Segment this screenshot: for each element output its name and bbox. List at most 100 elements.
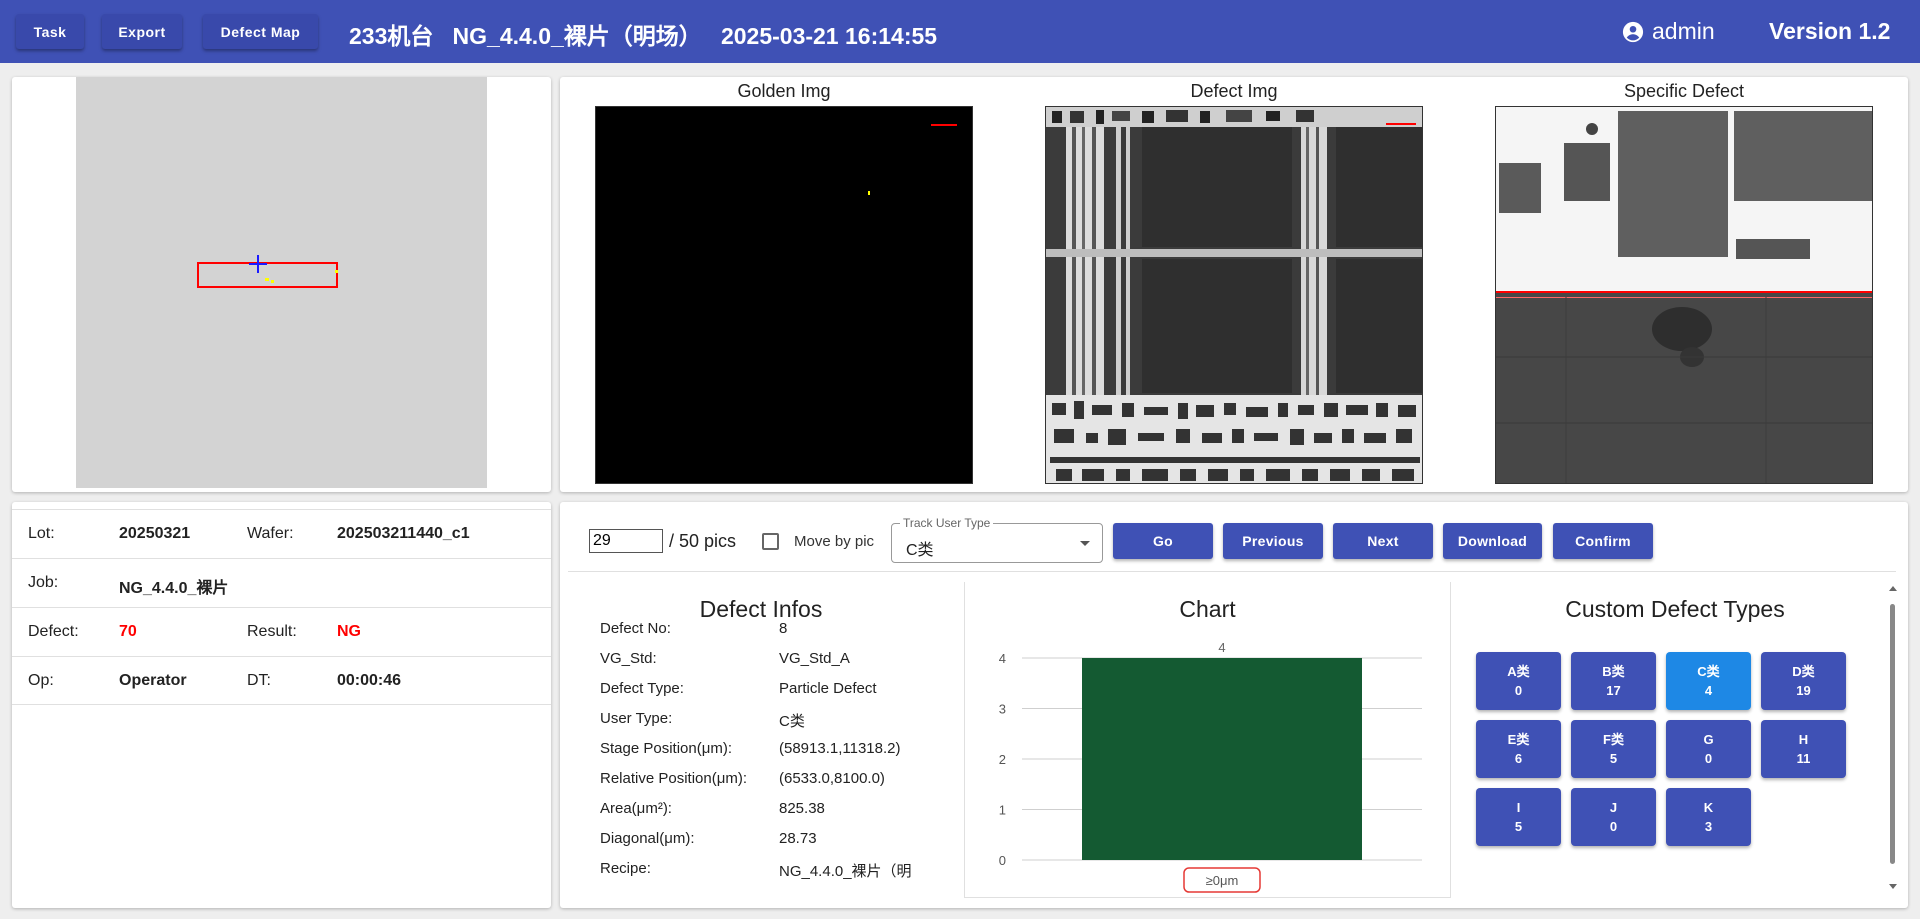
pic-number-input[interactable] bbox=[589, 529, 663, 553]
defect-type-name: H bbox=[1798, 732, 1809, 747]
y-tick-label: 3 bbox=[999, 702, 1006, 717]
move-by-pic-checkbox[interactable] bbox=[762, 533, 779, 550]
defect-type-name: B类 bbox=[1602, 664, 1625, 679]
export-button[interactable]: Export bbox=[102, 14, 182, 49]
defect-type-count: 4 bbox=[1704, 683, 1713, 698]
track-user-type-select[interactable]: Track User Type C类 bbox=[891, 516, 1103, 563]
defect-type-button[interactable]: D类 19 bbox=[1761, 652, 1846, 710]
defect-size-chart: 0 1 2 3 4 4 ≥0μm bbox=[999, 640, 1422, 893]
chart-section: Chart 0 1 2 3 4 4 ≥0μm bbox=[964, 582, 1451, 898]
defect-type-count: 5 bbox=[1609, 751, 1618, 766]
defect-type-button[interactable]: K3 bbox=[1666, 788, 1751, 846]
y-tick-label: 2 bbox=[999, 752, 1006, 767]
specific-defect-image[interactable] bbox=[1495, 106, 1873, 484]
defect-type-name: D类 bbox=[1792, 664, 1815, 679]
defect-infos-section: Defect Infos Defect No: 8 VG_Std: VG_Std_A D… bbox=[568, 572, 954, 908]
defect-info-value: C类 bbox=[779, 713, 805, 730]
lot-value: 20250321 bbox=[119, 525, 191, 542]
defect-type-name: J bbox=[1609, 800, 1618, 815]
wafer-map[interactable] bbox=[76, 77, 487, 488]
defect-info-label: Defect No: bbox=[600, 620, 671, 637]
wafer-map-panel bbox=[12, 77, 551, 492]
go-button[interactable]: Go bbox=[1113, 523, 1213, 559]
defect-type-button[interactable]: A类 0 bbox=[1476, 652, 1561, 710]
move-by-pic-label: Move by pic bbox=[794, 533, 875, 550]
defect-type-count: 3 bbox=[1704, 819, 1713, 834]
scrollbar-thumb[interactable] bbox=[1890, 604, 1895, 864]
page-title: 233机台 NG_4.4.0_裸片（明场） 2025-03-21 16:14:5… bbox=[349, 23, 938, 49]
defect-type-name: G bbox=[1703, 732, 1714, 747]
defect-type-button[interactable]: E类 6 bbox=[1476, 720, 1561, 778]
defect-type-button[interactable]: G0 bbox=[1666, 720, 1751, 778]
track-user-type-value: C类 bbox=[906, 542, 934, 559]
app-header: Task Export Defect Map 233机台 NG_4.4.0_裸片… bbox=[0, 0, 1920, 63]
scrollbar[interactable] bbox=[1886, 582, 1898, 898]
golden-image[interactable] bbox=[595, 106, 973, 484]
info-row: Job: NG_4.4.0_裸片 bbox=[12, 558, 551, 607]
wafer-value: 202503211440_c1 bbox=[337, 525, 470, 542]
user-menu[interactable]: admin bbox=[1622, 18, 1715, 45]
defect-map-button[interactable]: Defect Map bbox=[203, 14, 318, 49]
defect-label: Defect: bbox=[28, 623, 79, 640]
defect-type-button[interactable]: F类 5 bbox=[1571, 720, 1656, 778]
info-row: Lot: 20250321 Wafer: 202503211440_c1 bbox=[12, 509, 551, 558]
custom-defect-types-title: Custom Defect Types bbox=[1565, 596, 1785, 622]
track-user-type-legend: Track User Type bbox=[900, 516, 994, 530]
defect-type-name: F类 bbox=[1603, 732, 1624, 747]
defect-type-name: C类 bbox=[1697, 664, 1720, 679]
defect-type-button[interactable]: H 11 bbox=[1761, 720, 1846, 778]
next-button[interactable]: Next bbox=[1333, 523, 1433, 559]
defect-type-button[interactable]: C类 4 bbox=[1666, 652, 1751, 710]
defect-image-canvas bbox=[1046, 107, 1422, 483]
custom-defect-types-section: Custom Defect Types A类 0 B类 17 C类 4 D类 19 E类 6 F类 5… bbox=[1460, 582, 1908, 898]
image-panel: Golden Img Defect Img Specific Defect bbox=[560, 77, 1908, 492]
defect-info-value: 8 bbox=[779, 620, 788, 637]
result-label: Result: bbox=[247, 623, 297, 640]
defect-info-label: VG_Std: bbox=[600, 650, 657, 667]
download-button[interactable]: Download bbox=[1443, 523, 1542, 559]
defect-point bbox=[265, 278, 269, 281]
info-row: Op: Operator DT: 00:00:46 bbox=[12, 656, 551, 705]
previous-button[interactable]: Previous bbox=[1223, 523, 1323, 559]
defect-info-value: (58913.1,11318.2) bbox=[779, 740, 901, 757]
defect-type-count: 11 bbox=[1796, 751, 1811, 766]
defect-type-count: 17 bbox=[1606, 683, 1621, 698]
defect-image-title: Defect Img bbox=[1190, 81, 1278, 101]
defect-type-name: A类 bbox=[1507, 664, 1530, 679]
defect-info-label: Stage Position(μm): bbox=[600, 740, 733, 757]
defect-image[interactable] bbox=[1045, 106, 1423, 484]
defect-info-label: Recipe: bbox=[600, 860, 651, 877]
op-label: Op: bbox=[28, 672, 54, 689]
task-button[interactable]: Task bbox=[16, 14, 84, 49]
defect-type-count: 5 bbox=[1514, 819, 1523, 834]
specific-defect-canvas bbox=[1496, 107, 1872, 483]
y-tick-label: 4 bbox=[999, 651, 1006, 666]
defect-info-label: User Type: bbox=[600, 710, 673, 727]
chart-title: Chart bbox=[1179, 596, 1236, 622]
defect-info-label: Area(μm²): bbox=[600, 800, 672, 817]
chart-bar bbox=[1082, 658, 1362, 860]
scroll-down-icon[interactable] bbox=[1889, 884, 1897, 889]
chevron-down-icon bbox=[1080, 541, 1090, 546]
defect-point bbox=[271, 280, 274, 283]
job-label: Job: bbox=[28, 574, 59, 591]
defect-type-name: K bbox=[1703, 800, 1714, 815]
defect-count-value: 70 bbox=[119, 623, 137, 640]
confirm-button[interactable]: Confirm bbox=[1553, 523, 1653, 559]
defect-info-value: (6533.0,8100.0) bbox=[779, 770, 885, 787]
golden-image-column: Golden Img bbox=[595, 77, 973, 487]
defect-type-button[interactable]: I5 bbox=[1476, 788, 1561, 846]
defect-info-label: Defect Type: bbox=[600, 680, 684, 697]
lot-info-panel: Lot: 20250321 Wafer: 202503211440_c1 Job… bbox=[12, 502, 551, 908]
defect-type-name: I bbox=[1516, 800, 1521, 815]
defect-type-button[interactable]: B类 17 bbox=[1571, 652, 1656, 710]
defect-type-count: 6 bbox=[1514, 751, 1523, 766]
scroll-up-icon[interactable] bbox=[1889, 586, 1897, 591]
defect-type-button[interactable]: J0 bbox=[1571, 788, 1656, 846]
defect-type-count: 19 bbox=[1796, 683, 1811, 698]
defect-info-label: Diagonal(μm): bbox=[600, 830, 695, 847]
defect-info-value: NG_4.4.0_裸片（明 bbox=[779, 863, 912, 880]
defect-info-value: 825.38 bbox=[779, 800, 825, 817]
dt-label: DT: bbox=[247, 672, 271, 689]
data-label: 4 bbox=[1218, 640, 1225, 655]
